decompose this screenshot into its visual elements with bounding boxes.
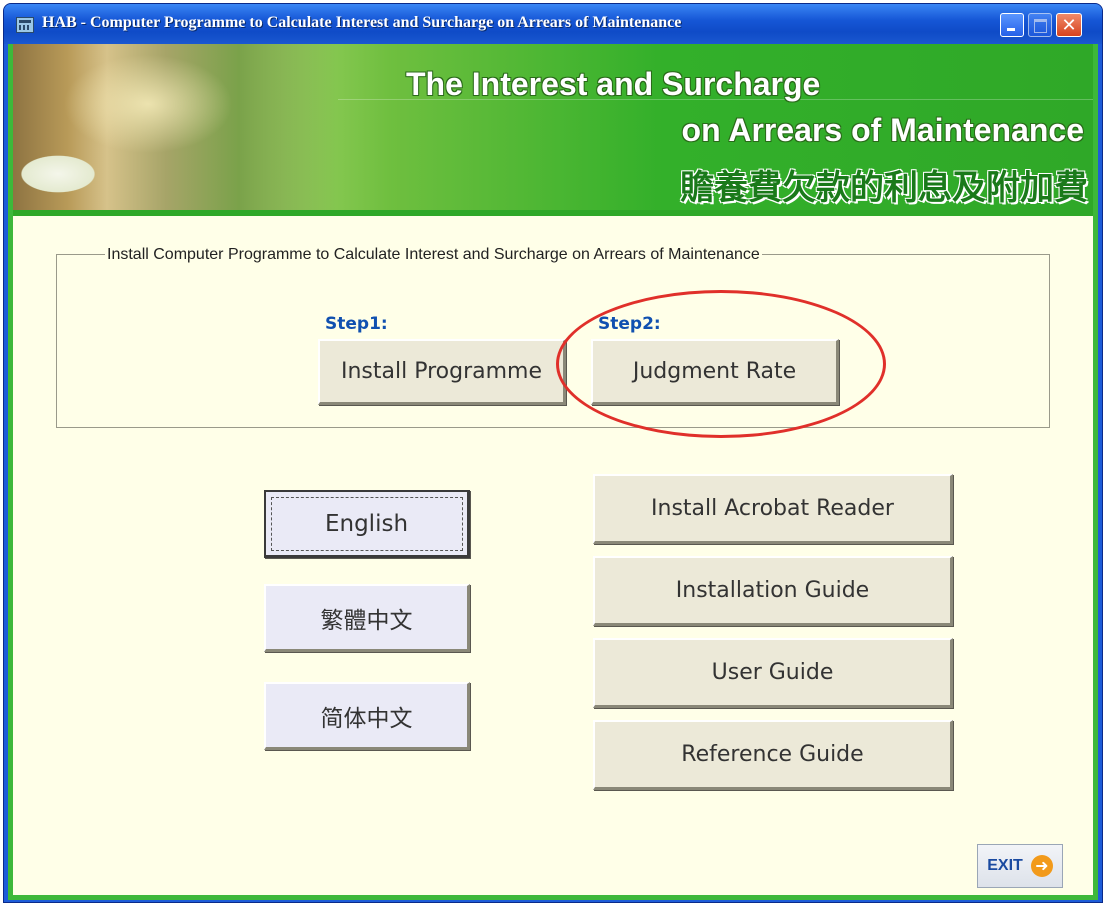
step1-label: Step1: (325, 314, 388, 334)
banner-title-chinese: 贍養費欠款的利息及附加費 (680, 169, 1088, 207)
install-group-legend: Install Computer Programme to Calculate … (105, 246, 762, 264)
minimize-button[interactable] (1000, 13, 1024, 37)
header-banner: The Interest and Surcharge on Arrears of… (8, 44, 1098, 210)
app-calculator-icon[interactable] (16, 17, 34, 33)
traditional-chinese-button[interactable]: 繁體中文 (264, 584, 470, 652)
install-acrobat-reader-button[interactable]: Install Acrobat Reader (593, 474, 953, 544)
app-window: HAB - Computer Programme to Calculate In… (3, 3, 1103, 903)
title-bar[interactable]: HAB - Computer Programme to Calculate In… (4, 4, 1102, 44)
banner-divider (8, 210, 1098, 216)
close-button[interactable]: ✕ (1056, 13, 1082, 37)
main-panel: The Interest and Surcharge on Arrears of… (8, 44, 1098, 900)
judgment-rate-button[interactable]: Judgment Rate (591, 339, 839, 405)
arrow-right-circle-icon: ➜ (1030, 855, 1053, 877)
window-title: HAB - Computer Programme to Calculate In… (42, 14, 682, 31)
user-guide-button[interactable]: User Guide (593, 638, 953, 708)
close-icon: ✕ (1061, 15, 1077, 35)
exit-label: EXIT (987, 857, 1023, 874)
banner-photo (8, 44, 338, 210)
banner-title-line2: on Arrears of Maintenance (681, 112, 1084, 148)
step2-label: Step2: (598, 314, 661, 334)
banner-title-line1: The Interest and Surcharge (406, 66, 821, 102)
english-button[interactable]: English (264, 490, 470, 558)
install-programme-button[interactable]: Install Programme (318, 339, 566, 405)
reference-guide-button[interactable]: Reference Guide (593, 720, 953, 790)
exit-button[interactable]: EXIT ➜ (977, 844, 1063, 888)
maximize-button (1028, 13, 1052, 37)
simplified-chinese-button[interactable]: 简体中文 (264, 682, 470, 750)
installation-guide-button[interactable]: Installation Guide (593, 556, 953, 626)
